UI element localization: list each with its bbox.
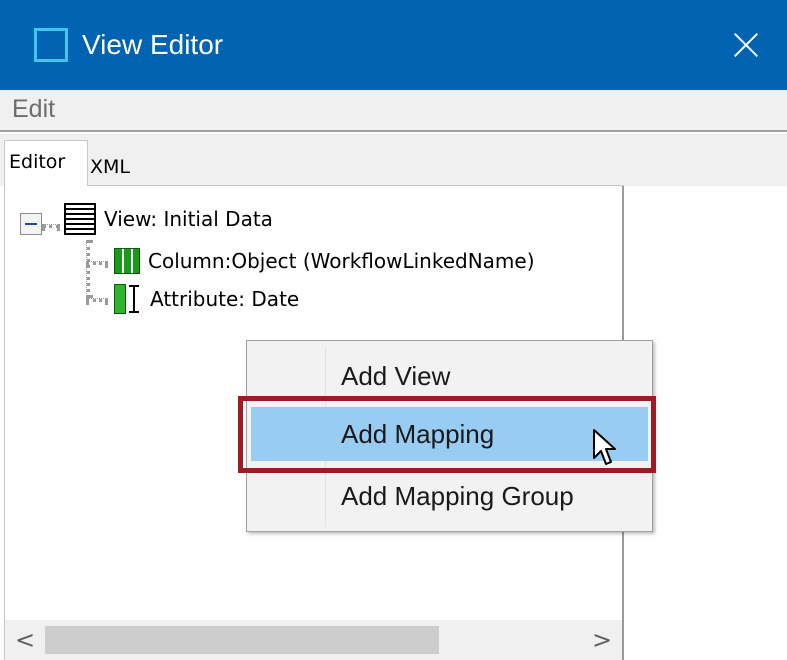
horizontal-scrollbar[interactable]: < >: [5, 620, 622, 660]
view-table-icon: [64, 203, 96, 235]
title-bar: View Editor: [0, 0, 787, 90]
tree-node-view[interactable]: View: Initial Data: [64, 203, 273, 235]
attribute-icon: [114, 284, 142, 314]
tree-node-label: View: Initial Data: [104, 207, 273, 231]
mouse-pointer-icon: [593, 429, 616, 465]
scroll-left-icon[interactable]: <: [5, 620, 45, 660]
close-button[interactable]: [725, 24, 769, 68]
tree-node-label: Column:Object (WorkflowLinkedName): [148, 249, 535, 273]
menu-item-add-mapping-group[interactable]: Add Mapping Group: [251, 469, 648, 523]
tree-connector: [42, 224, 60, 228]
tree-connector: [86, 261, 108, 265]
tree-node-attribute[interactable]: Attribute: Date: [114, 284, 299, 314]
tree-node-column[interactable]: Column:Object (WorkflowLinkedName): [114, 248, 535, 274]
tree-node-label: Attribute: Date: [150, 287, 300, 311]
column-icon: [114, 248, 140, 274]
scroll-right-icon[interactable]: >: [582, 620, 622, 660]
window-outline-icon: [34, 28, 68, 62]
window-title: View Editor: [82, 29, 224, 60]
tree-connector: [86, 240, 90, 298]
menu-item-add-view[interactable]: Add View: [251, 349, 648, 403]
menu-edit[interactable]: Edit: [12, 95, 55, 124]
menu-bar: Edit: [0, 90, 787, 132]
scroll-thumb[interactable]: [45, 626, 439, 654]
tree-connector: [86, 298, 108, 302]
tab-xml[interactable]: XML: [90, 156, 130, 178]
collapse-toggle-icon[interactable]: [20, 213, 42, 235]
tab-strip: Editor XML: [0, 134, 787, 186]
tab-editor[interactable]: Editor: [4, 140, 88, 186]
